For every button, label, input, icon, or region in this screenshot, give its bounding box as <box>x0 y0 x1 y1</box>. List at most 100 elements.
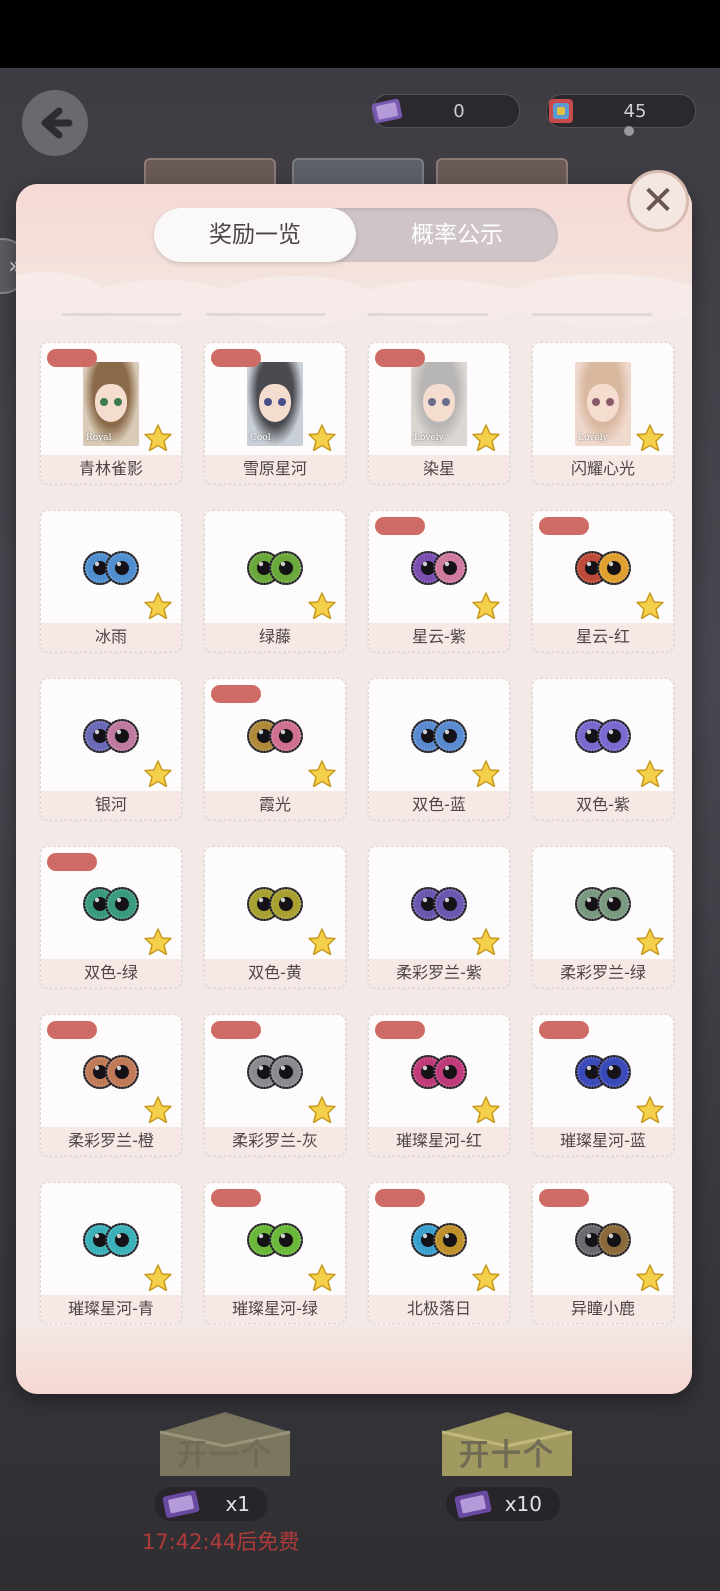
reward-item-name: 柔彩罗兰-灰 <box>205 1127 345 1155</box>
divider <box>62 313 182 316</box>
reward-item-name: 绿藤 <box>205 623 345 651</box>
reward-item-name: 璀璨星河-红 <box>369 1127 509 1155</box>
reward-item[interactable]: 双色-蓝 <box>368 678 510 820</box>
crystal-counter: 45 <box>546 94 696 128</box>
portrait-caption: Royal <box>86 433 112 443</box>
page-indicator-dot <box>624 126 634 136</box>
cloud-decoration <box>506 274 692 326</box>
reward-item-name: 双色-黄 <box>205 959 345 987</box>
star-icon <box>471 591 501 621</box>
reward-item[interactable]: 柔彩罗兰-绿 <box>532 846 674 988</box>
tab-reward-list[interactable]: 奖励一览 <box>154 208 356 262</box>
reward-item[interactable]: 璀璨星河-绿 <box>204 1182 346 1324</box>
reward-item-name: 双色-蓝 <box>369 791 509 819</box>
reward-item[interactable]: Lovely 染星 <box>368 342 510 484</box>
reward-item[interactable]: 双色-绿 <box>40 846 182 988</box>
item-tag-badge <box>375 1189 425 1207</box>
open-one-cost-value: x1 <box>225 1492 250 1516</box>
star-icon <box>471 927 501 957</box>
cloud-decoration <box>86 280 236 324</box>
star-icon <box>471 759 501 789</box>
item-tag-badge <box>211 1021 261 1039</box>
reward-item[interactable]: 柔彩罗兰-灰 <box>204 1014 346 1156</box>
reward-item[interactable]: 璀璨星河-蓝 <box>532 1014 674 1156</box>
reward-item-name: 闪耀心光 <box>533 455 673 483</box>
reward-item[interactable]: Cool 雪原星河 <box>204 342 346 484</box>
reward-item[interactable]: 双色-黄 <box>204 846 346 988</box>
item-tag-badge <box>47 349 97 367</box>
reward-item-name: 璀璨星河-蓝 <box>533 1127 673 1155</box>
reward-item[interactable]: 星云-紫 <box>368 510 510 652</box>
reward-modal: 奖励一览 概率公示 Royal 青林雀影 Cool 雪原星河 Lovely 染星 Lo… <box>16 184 692 1394</box>
divider <box>532 313 652 316</box>
star-icon <box>471 423 501 453</box>
back-button[interactable] <box>22 90 88 156</box>
star-icon <box>143 759 173 789</box>
reward-item[interactable]: 绿藤 <box>204 510 346 652</box>
star-icon <box>307 1263 337 1293</box>
item-tag-badge <box>375 1021 425 1039</box>
star-icon <box>307 759 337 789</box>
reward-item[interactable]: 璀璨星河-红 <box>368 1014 510 1156</box>
close-button[interactable]: ✕ <box>627 170 689 232</box>
reward-item-name: 冰雨 <box>41 623 181 651</box>
star-icon <box>307 1095 337 1125</box>
status-bar <box>0 0 720 68</box>
reward-item-name: 北极落日 <box>369 1295 509 1323</box>
star-icon <box>143 1095 173 1125</box>
reward-item[interactable]: 霞光 <box>204 678 346 820</box>
cloud-decoration <box>216 276 376 326</box>
open-ten-label: 开十个 <box>459 1438 555 1473</box>
star-icon <box>635 927 665 957</box>
modal-footer-decoration <box>16 1324 692 1394</box>
reward-item-name: 柔彩罗兰-橙 <box>41 1127 181 1155</box>
star-icon <box>471 1263 501 1293</box>
gift-ticket-icon <box>162 1490 200 1518</box>
gift-ticket-count: 0 <box>453 100 465 122</box>
crystal-count: 45 <box>623 100 647 122</box>
open-ten-button[interactable]: 开十个 <box>432 1402 582 1482</box>
item-tag-badge <box>47 1021 97 1039</box>
item-tag-badge <box>211 349 261 367</box>
reward-item[interactable]: Lovely 闪耀心光 <box>532 342 674 484</box>
open-one-cost: x1 <box>154 1487 268 1521</box>
item-tag-badge <box>539 1021 589 1039</box>
item-tag-badge <box>539 517 589 535</box>
reward-item-name: 柔彩罗兰-紫 <box>369 959 509 987</box>
arrow-left-icon <box>41 107 73 139</box>
reward-item[interactable]: 柔彩罗兰-紫 <box>368 846 510 988</box>
open-ten-cost-value: x10 <box>504 1492 542 1516</box>
divider <box>368 313 488 316</box>
close-icon: ✕ <box>641 178 675 224</box>
tab-probability[interactable]: 概率公示 <box>356 208 558 262</box>
item-tag-badge <box>375 517 425 535</box>
reward-item[interactable]: 璀璨星河-青 <box>40 1182 182 1324</box>
reward-item[interactable]: 冰雨 <box>40 510 182 652</box>
reward-item[interactable]: Royal 青林雀影 <box>40 342 182 484</box>
item-tag-badge <box>375 349 425 367</box>
star-icon <box>143 927 173 957</box>
reward-item-name: 异瞳小鹿 <box>533 1295 673 1323</box>
star-icon <box>635 759 665 789</box>
portrait-caption: Lovely <box>578 433 608 443</box>
item-tag-badge <box>211 685 261 703</box>
reward-item[interactable]: 双色-紫 <box>532 678 674 820</box>
reward-item[interactable]: 柔彩罗兰-橙 <box>40 1014 182 1156</box>
item-tag-badge <box>539 1189 589 1207</box>
reward-item[interactable]: 异瞳小鹿 <box>532 1182 674 1324</box>
tab-switcher: 奖励一览 概率公示 <box>154 208 558 262</box>
reward-item-name: 雪原星河 <box>205 455 345 483</box>
reward-item[interactable]: 银河 <box>40 678 182 820</box>
star-icon <box>635 591 665 621</box>
divider <box>206 313 326 316</box>
reward-item[interactable]: 星云-红 <box>532 510 674 652</box>
star-icon <box>143 591 173 621</box>
star-icon <box>635 1095 665 1125</box>
reward-item-name: 柔彩罗兰-绿 <box>533 959 673 987</box>
reward-item-name: 双色-绿 <box>41 959 181 987</box>
open-one-button[interactable]: 开一个 <box>150 1402 300 1482</box>
star-icon <box>143 423 173 453</box>
reward-item[interactable]: 北极落日 <box>368 1182 510 1324</box>
cloud-decoration <box>356 280 526 324</box>
star-icon <box>635 423 665 453</box>
